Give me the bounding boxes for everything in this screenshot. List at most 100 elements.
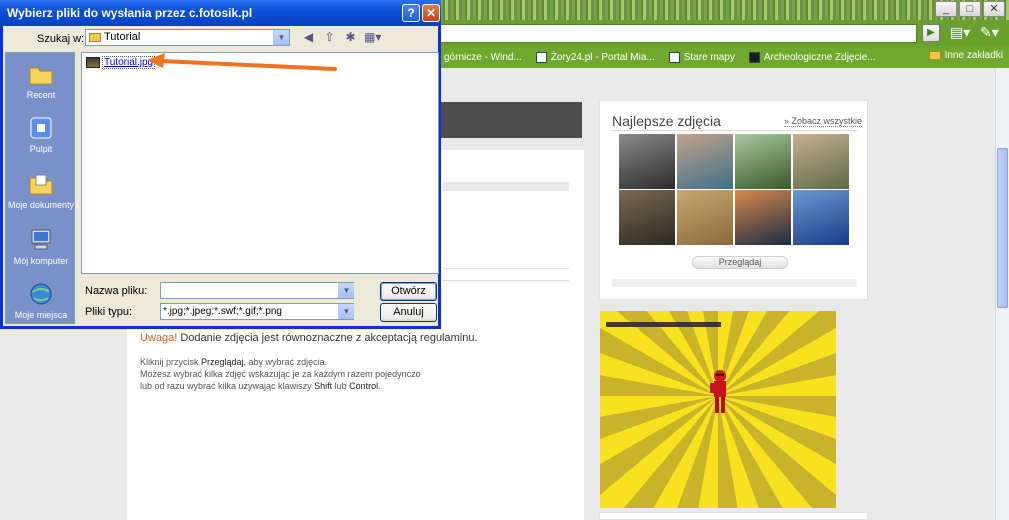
- instruction-text: Kliknij przycisk: [140, 357, 202, 367]
- banner-stripe: [606, 322, 721, 327]
- instruction-emphasis: Shift: [314, 381, 333, 391]
- bookmark-label: Żory24.pl - Portal Mia...: [550, 51, 655, 63]
- warning-label: Uwaga!: [140, 332, 178, 344]
- folder-icon: [928, 51, 941, 60]
- wrench-menu-icon[interactable]: ✎▾: [980, 24, 999, 41]
- bookmark-item[interactable]: Stare mapy: [668, 51, 735, 63]
- page-icon: [668, 51, 680, 63]
- look-in-dropdown[interactable]: Tutorial ▼: [85, 29, 290, 46]
- chevron-down-icon[interactable]: ▼: [338, 304, 354, 319]
- file-name-input[interactable]: [160, 282, 354, 299]
- help-button[interactable]: ?: [402, 4, 420, 22]
- photo-thumbnail[interactable]: [793, 190, 849, 245]
- file-type-select[interactable]: *.jpg;*.jpeg;*.swf;*.gif;*.png: [160, 303, 354, 320]
- page-icon: [748, 51, 760, 63]
- views-icon[interactable]: ▦▾: [364, 30, 381, 45]
- instruction-line: Kliknij przycisk Przeglądaj, aby wybrać …: [140, 356, 421, 368]
- browse-photos-button[interactable]: Przeglądaj: [692, 256, 788, 269]
- photo-thumbnail[interactable]: [735, 190, 791, 245]
- my-documents-icon: [29, 174, 53, 195]
- best-photos-widget: Najlepsze zdjęcia » Zobacz wszystkie Prz…: [599, 100, 868, 300]
- widget-footer-bar: [612, 279, 857, 287]
- photo-grid: [619, 134, 849, 245]
- divider: [443, 268, 569, 269]
- warning-text: Dodanie zdjęcia jest równoznaczne z akce…: [177, 332, 478, 344]
- open-button[interactable]: Otwórz: [380, 282, 437, 301]
- photo-thumbnail[interactable]: [793, 134, 849, 189]
- other-bookmarks[interactable]: Inne zakładki: [928, 50, 1003, 61]
- bookmark-item[interactable]: Archeologiczne Zdjęcie...: [748, 51, 876, 63]
- photo-thumbnail[interactable]: [619, 190, 675, 245]
- file-open-dialog: Wybierz pliki do wysłania przez c.fotosi…: [0, 0, 441, 329]
- bookmark-item[interactable]: Żory24.pl - Portal Mia...: [535, 51, 655, 63]
- place-my-computer[interactable]: Mój komputer: [6, 227, 76, 266]
- page-icon: [535, 51, 547, 63]
- see-all-link[interactable]: » Zobacz wszystkie: [784, 116, 863, 127]
- my-computer-icon: [31, 229, 51, 250]
- instruction-line: Możesz wybrać kilka zdjęć wskazując je z…: [140, 369, 421, 379]
- back-icon[interactable]: ◀: [301, 30, 316, 45]
- photo-thumbnail[interactable]: [735, 134, 791, 189]
- flash-banner[interactable]: [600, 311, 836, 508]
- place-my-documents[interactable]: Moje dokumenty: [6, 171, 76, 210]
- page-header-bar: [440, 102, 582, 138]
- instruction-text: lub: [332, 381, 350, 391]
- file-list[interactable]: Tutorial.jpg: [81, 52, 439, 274]
- bookmark-label: górnicze - Wind...: [444, 51, 522, 63]
- address-bar[interactable]: [440, 24, 917, 43]
- place-label: Recent: [26, 90, 56, 100]
- bookmark-item[interactable]: górnicze - Wind...: [444, 52, 522, 63]
- new-folder-icon[interactable]: ✱: [343, 30, 358, 45]
- dialog-title: Wybierz pliki do wysłania przez c.fotosi…: [7, 6, 253, 20]
- look-in-value: Tutorial: [104, 31, 141, 43]
- chevron-down-icon[interactable]: ▼: [338, 283, 354, 298]
- photo-thumbnail[interactable]: [677, 190, 733, 245]
- bookmark-label: Stare mapy: [683, 51, 735, 63]
- go-button[interactable]: ▶: [922, 24, 940, 42]
- page-menu-icon[interactable]: ▤▾: [950, 24, 970, 41]
- photo-thumbnail[interactable]: [619, 134, 675, 189]
- close-dialog-button[interactable]: ✕: [422, 4, 440, 22]
- divider: [443, 182, 569, 191]
- file-name-label: Nazwa pliku:: [85, 285, 148, 297]
- instruction-line: lub od razu wybrać kilka używając klawis…: [140, 380, 421, 392]
- recent-folder-icon: [29, 67, 53, 85]
- minimize-button[interactable]: _: [935, 1, 957, 17]
- terms-warning: Uwaga! Dodanie zdjęcia jest równoznaczne…: [140, 332, 478, 344]
- bookmark-label: Archeologiczne Zdjęcie...: [763, 51, 876, 63]
- place-network[interactable]: Moje miejsca: [6, 281, 76, 320]
- ninja-figure-icon: [710, 370, 726, 413]
- desktop-icon: [30, 117, 52, 139]
- maximize-button[interactable]: □: [959, 1, 981, 17]
- dialog-titlebar: Wybierz pliki do wysłania przez c.fotosi…: [0, 0, 441, 26]
- annotation-arrow-icon: [147, 53, 337, 71]
- window-controls: _ □ ✕: [935, 1, 1005, 17]
- divider: [612, 130, 857, 131]
- chevron-down-icon[interactable]: ▼: [273, 30, 289, 45]
- up-folder-icon[interactable]: ⇧: [322, 30, 337, 45]
- instruction-emphasis: Control: [349, 381, 379, 391]
- scrollbar-thumb[interactable]: [997, 148, 1008, 308]
- places-bar: Recent Pulpit Moje dokumenty Mój kompute…: [5, 52, 75, 324]
- vertical-scrollbar[interactable]: [995, 68, 1009, 520]
- instruction-text: .: [378, 381, 381, 391]
- cancel-button[interactable]: Anuluj: [380, 303, 437, 322]
- place-label: Mój komputer: [13, 256, 69, 266]
- place-recent[interactable]: Recent: [6, 61, 76, 100]
- photo-thumbnail[interactable]: [677, 134, 733, 189]
- other-bookmarks-label: Inne zakładki: [944, 50, 1003, 61]
- instruction-emphasis: Przeglądaj: [201, 357, 244, 367]
- place-label: Moje miejsca: [14, 310, 68, 320]
- close-window-button[interactable]: ✕: [983, 1, 1005, 17]
- upload-instructions: Kliknij przycisk Przeglądaj, aby wybrać …: [140, 356, 421, 392]
- image-file-icon: [86, 57, 100, 68]
- folder-icon: [89, 33, 101, 42]
- look-in-label: Szukaj w:: [37, 33, 85, 45]
- place-desktop[interactable]: Pulpit: [6, 115, 76, 154]
- lower-widget: [599, 512, 868, 520]
- instruction-text: lub od razu wybrać kilka używając klawis…: [140, 381, 315, 391]
- place-label: Moje dokumenty: [7, 200, 75, 210]
- network-places-icon: [30, 283, 52, 305]
- instruction-text: , aby wybrać zdjęcia.: [243, 357, 328, 367]
- file-type-label: Pliki typu:: [85, 306, 133, 318]
